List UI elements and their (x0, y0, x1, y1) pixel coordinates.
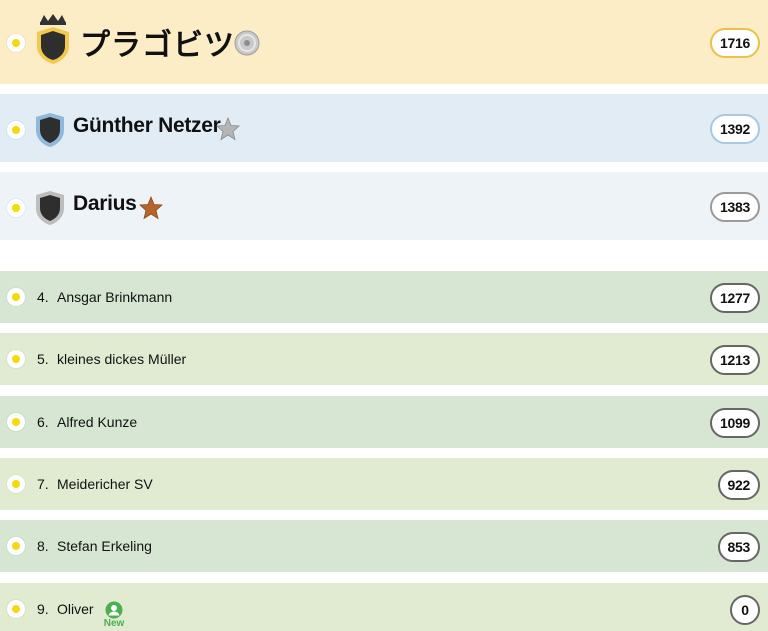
rank-number: 4. (37, 289, 49, 305)
score-badge: 1716 (710, 28, 760, 58)
rank-number: 7. (37, 476, 49, 492)
leaderboard-row-2[interactable]: Günther Netzer 1392 (0, 94, 768, 162)
leaderboard-row-5[interactable]: 5. kleines dickes Müller 1213 (0, 333, 768, 385)
player-name[interactable]: Oliver (57, 601, 94, 617)
silver-star-icon (216, 117, 240, 141)
new-label: New (103, 618, 125, 629)
leaderboard-row-3[interactable]: Darius 1383 (0, 172, 768, 240)
status-dot-icon (7, 537, 25, 555)
shield-icon (36, 113, 64, 147)
player-name[interactable]: kleines dickes Müller (57, 351, 186, 367)
status-dot-icon (7, 475, 25, 493)
leaderboard-row-7[interactable]: 7. Meidericher SV 922 (0, 458, 768, 510)
status-dot-icon (7, 121, 25, 139)
status-dot-icon (7, 413, 25, 431)
player-name[interactable]: Alfred Kunze (57, 414, 137, 430)
player-name[interactable]: Ansgar Brinkmann (57, 289, 172, 305)
score-badge: 922 (717, 470, 760, 500)
leaderboard-row-6[interactable]: 6. Alfred Kunze 1099 (0, 396, 768, 448)
status-dot-icon (7, 288, 25, 306)
score-badge: 0 (730, 595, 760, 625)
score-badge: 1213 (710, 345, 760, 375)
new-user-badge: New (102, 601, 126, 631)
player-name[interactable]: Günther Netzer (73, 114, 221, 138)
player-name[interactable]: Meidericher SV (57, 476, 153, 492)
status-dot-icon (7, 350, 25, 368)
rank-number: 5. (37, 351, 49, 367)
score-badge: 853 (717, 532, 760, 562)
status-dot-icon (7, 199, 25, 217)
crown-shield-icon (37, 14, 69, 64)
player-name[interactable]: Darius (73, 192, 137, 216)
bronze-star-icon (139, 196, 163, 220)
leaderboard-row-1[interactable]: プラゴビツ 1716 (0, 0, 768, 84)
score-badge: 1383 (710, 192, 760, 222)
score-badge: 1392 (710, 114, 760, 144)
status-dot-icon (7, 34, 25, 52)
player-name[interactable]: Stefan Erkeling (57, 538, 152, 554)
rank-number: 8. (37, 538, 49, 554)
score-badge: 1099 (710, 408, 760, 438)
player-name[interactable]: プラゴビツ (80, 20, 235, 64)
score-badge: 1277 (710, 283, 760, 313)
leaderboard-row-4[interactable]: 4. Ansgar Brinkmann 1277 (0, 271, 768, 323)
user-icon (105, 601, 123, 619)
status-dot-icon (7, 600, 25, 618)
leaderboard-row-8[interactable]: 8. Stefan Erkeling 853 (0, 520, 768, 572)
rank-number: 6. (37, 414, 49, 430)
leaderboard-row-9[interactable]: 9. Oliver New 0 (0, 583, 768, 631)
rank-number: 9. (37, 601, 49, 617)
shield-icon (36, 191, 64, 225)
disc-icon (234, 30, 260, 56)
